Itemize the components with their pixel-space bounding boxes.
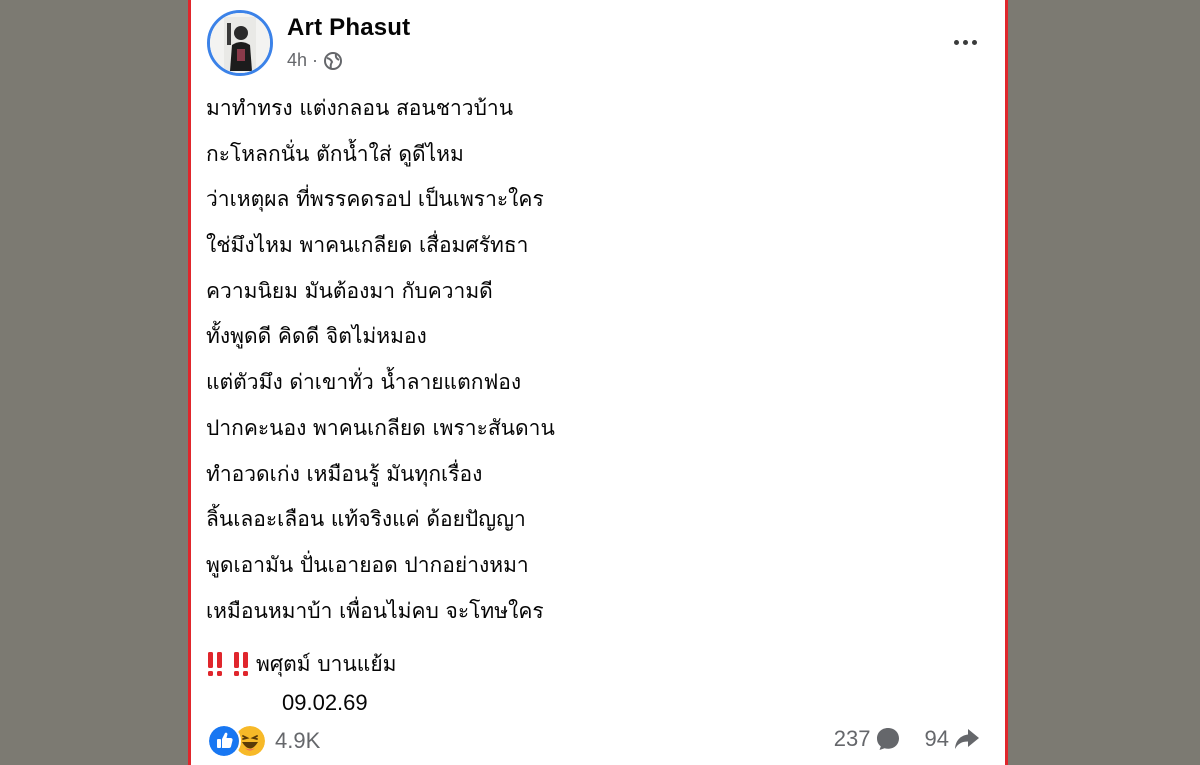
double-exclamation-icon bbox=[234, 652, 248, 677]
signature-line: พศุตม์ บานแย้ม bbox=[206, 641, 986, 687]
poem-line: กะโหลกนั่น ตักน้ำใส่ ดูดีไหม bbox=[206, 141, 464, 166]
page: Art Phasut 4h · มาทำทรง แต่งกลอน สอนชาวบ… bbox=[0, 0, 1200, 765]
like-icon bbox=[207, 724, 241, 758]
share-count: 94 bbox=[924, 726, 949, 751]
poem-line: ความนิยม มันต้องมา กับความดี bbox=[206, 278, 493, 303]
poem-line: แต่ตัวมึง ด่าเขาทั่ว น้ำลายแตกฟอง bbox=[206, 370, 522, 395]
poem-line: ว่าเหตุผล ที่พรรคดรอป เป็นเพราะใคร bbox=[206, 187, 544, 212]
post-stats: 237 94 bbox=[834, 726, 981, 752]
signature-icons bbox=[206, 651, 252, 677]
author-name[interactable]: Art Phasut bbox=[287, 14, 410, 42]
post-text: มาทำทรง แต่งกลอน สอนชาวบ้าน กะโหลกนั่น ต… bbox=[206, 93, 986, 733]
post-time[interactable]: 4h bbox=[287, 50, 307, 71]
post-meta: 4h · bbox=[287, 50, 343, 71]
globe-icon[interactable] bbox=[323, 51, 343, 71]
poem-line: ปากคะนอง พาคนเกลียด เพราะสันดาน bbox=[206, 415, 555, 440]
poem-line: มาทำทรง แต่งกลอน สอนชาวบ้าน bbox=[206, 96, 514, 120]
double-exclamation-icon bbox=[208, 652, 222, 677]
post-header: Art Phasut 4h · bbox=[207, 10, 987, 80]
avatar-image bbox=[210, 13, 270, 73]
poem-line: พูดเอามัน ปั่นเอายอด ปากอย่างหมา bbox=[206, 552, 529, 577]
signature-name: พศุตม์ บานแย้ม bbox=[256, 651, 397, 676]
poem-line: ทั้งพูดดี คิดดี จิตไม่หมอง bbox=[206, 324, 427, 349]
comment-icon bbox=[876, 728, 899, 750]
comment-count: 237 bbox=[833, 726, 871, 751]
more-options-button[interactable] bbox=[945, 30, 985, 54]
poem-line: ใช่มึงไหม พาคนเกลียด เสื่อมศรัทธา bbox=[206, 233, 529, 258]
shares-count-button[interactable]: 94 bbox=[925, 726, 981, 752]
poem-line: เหมือนหมาบ้า เพื่อนไม่คบ จะโทษใคร bbox=[206, 598, 544, 623]
avatar[interactable] bbox=[207, 10, 273, 76]
comments-count-button[interactable]: 237 bbox=[834, 726, 901, 752]
more-dots-icon bbox=[953, 39, 959, 45]
poem-line: ทำอวดเก่ง เหมือนรู้ มันทุกเรื่อง bbox=[206, 461, 483, 486]
share-icon bbox=[955, 729, 979, 749]
reactions-summary[interactable]: 4.9K bbox=[207, 724, 320, 758]
post-card: Art Phasut 4h · มาทำทรง แต่งกลอน สอนชาวบ… bbox=[188, 0, 1008, 765]
meta-separator: · bbox=[312, 50, 319, 70]
post-footer: 4.9K 237 94 bbox=[207, 722, 991, 762]
poem-line: ลิ้นเลอะเลือน แท้จริงแค่ ด้อยปัญญา bbox=[206, 507, 526, 532]
reaction-count: 4.9K bbox=[275, 728, 321, 753]
